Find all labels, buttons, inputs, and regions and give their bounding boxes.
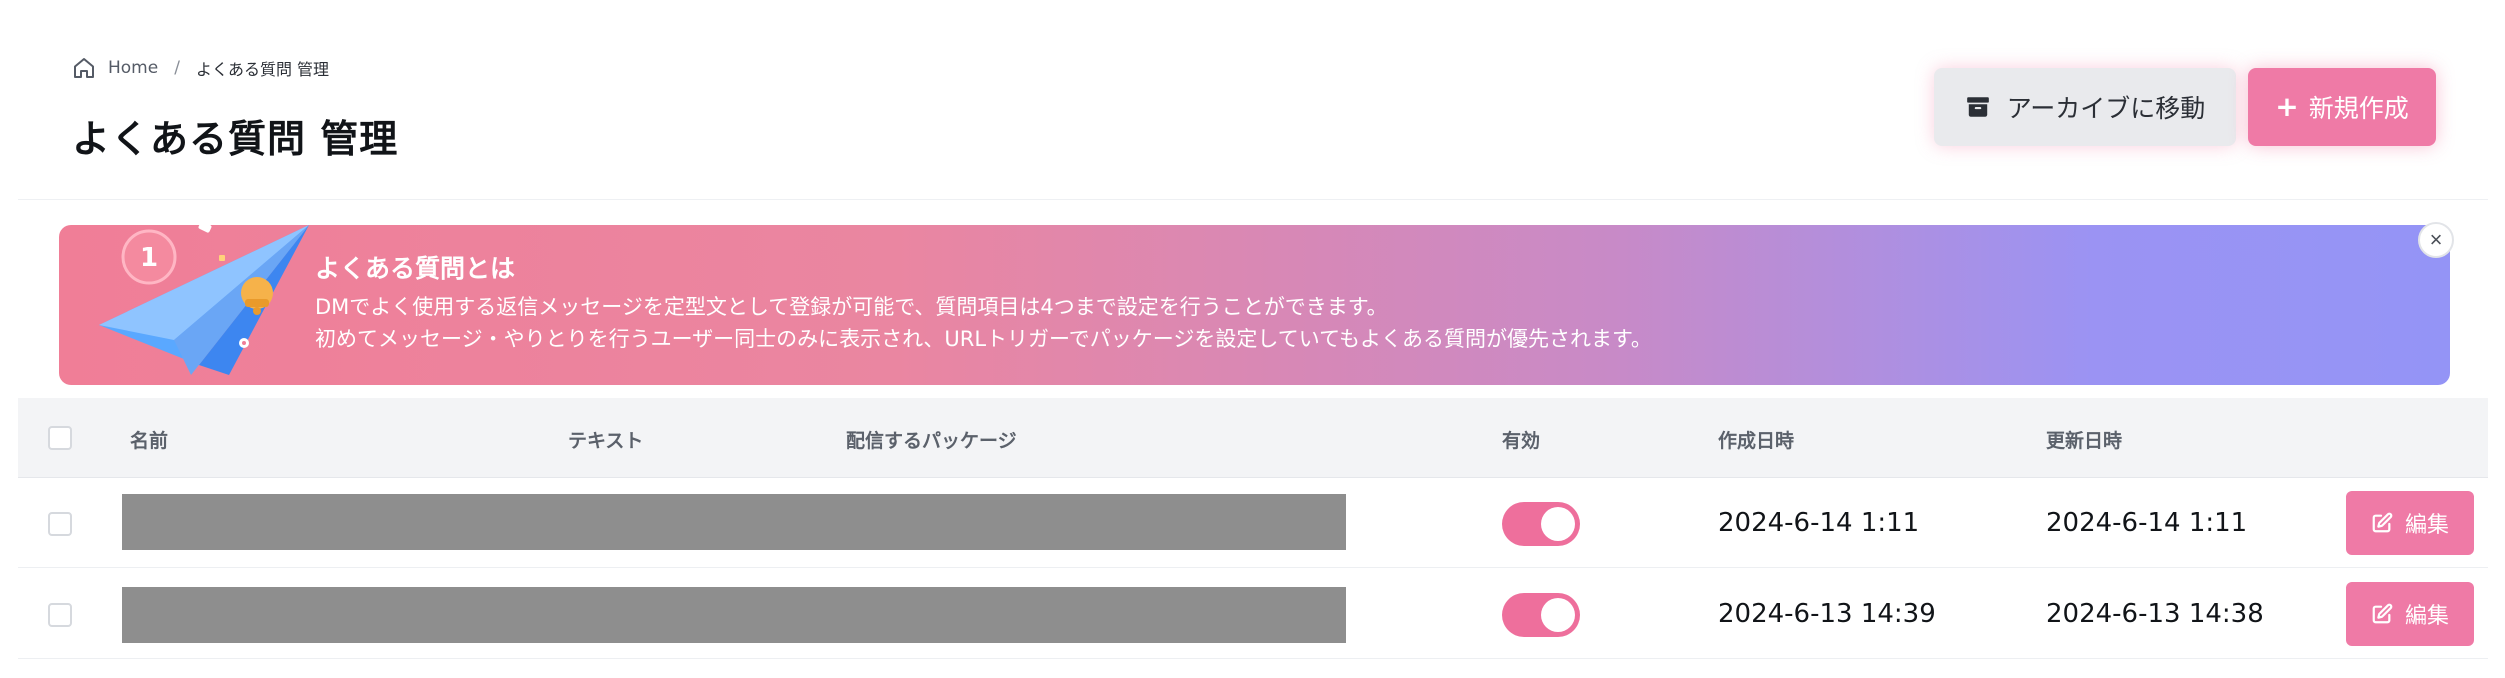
edit-icon bbox=[2371, 603, 2393, 625]
column-header-updated[interactable]: 更新日時 bbox=[2046, 426, 2122, 453]
select-all-checkbox[interactable] bbox=[48, 426, 72, 450]
redacted-content bbox=[122, 587, 1346, 643]
edit-icon bbox=[2371, 512, 2393, 534]
column-header-created[interactable]: 作成日時 bbox=[1718, 426, 1794, 453]
archive-box-icon bbox=[1965, 94, 1991, 120]
banner-badge-number: 1 bbox=[140, 243, 158, 273]
breadcrumb-separator: / bbox=[174, 58, 180, 78]
edit-button[interactable]: 編集 bbox=[2346, 491, 2474, 555]
column-header-text[interactable]: テキスト bbox=[568, 426, 643, 453]
paper-plane-illustration: 1 bbox=[99, 221, 309, 375]
enabled-toggle[interactable] bbox=[1502, 502, 1580, 546]
enabled-toggle[interactable] bbox=[1502, 593, 1580, 637]
info-banner: 1 よくある質問とは DMでよく使用する返信メッセージを定型文として登録が可能で… bbox=[59, 221, 2450, 385]
column-header-name[interactable]: 名前 bbox=[130, 426, 168, 453]
table-header: 名前 テキスト 配信するパッケージ 有効 作成日時 更新日時 bbox=[18, 398, 2488, 478]
table-row[interactable]: 2024-6-13 14:39 2024-6-13 14:38 編集 bbox=[18, 569, 2488, 659]
edit-button[interactable]: 編集 bbox=[2346, 582, 2474, 646]
archive-button-label: アーカイブに移動 bbox=[2006, 94, 2206, 123]
column-header-package[interactable]: 配信するパッケージ bbox=[846, 426, 1017, 453]
column-header-enabled[interactable]: 有効 bbox=[1502, 426, 1540, 453]
row-select-checkbox[interactable] bbox=[48, 512, 72, 536]
page-title: よくある質問 管理 bbox=[72, 117, 399, 161]
new-create-button[interactable]: + 新規作成 bbox=[2248, 68, 2436, 146]
created-date: 2024-6-13 14:39 bbox=[1718, 599, 1936, 629]
breadcrumb-current: よくある質問 管理 bbox=[195, 60, 330, 79]
updated-date: 2024-6-13 14:38 bbox=[2046, 599, 2264, 629]
banner-description-line-1: DMでよく使用する返信メッセージを定型文として登録が可能で、質問項目は4つまで設… bbox=[315, 295, 1388, 319]
archive-button[interactable]: アーカイブに移動 bbox=[1934, 68, 2236, 146]
created-date: 2024-6-14 1:11 bbox=[1718, 508, 1920, 538]
table-row[interactable]: 2024-6-14 1:11 2024-6-14 1:11 編集 bbox=[18, 478, 2488, 568]
breadcrumb: Home / よくある質問 管理 bbox=[72, 56, 329, 80]
banner-title: よくある質問とは bbox=[315, 254, 516, 283]
edit-button-label: 編集 bbox=[2404, 513, 2449, 538]
close-icon: × bbox=[2429, 227, 2443, 252]
banner-description-line-2: 初めてメッセージ・やりとりを行うユーザー同士のみに表示され、URLトリガーでパッ… bbox=[315, 327, 1652, 351]
breadcrumb-home-link[interactable]: Home bbox=[108, 58, 158, 78]
banner-close-button[interactable]: × bbox=[2418, 222, 2454, 258]
home-icon[interactable] bbox=[72, 56, 96, 80]
redacted-content bbox=[122, 494, 1346, 550]
toggle-knob bbox=[1541, 507, 1575, 541]
toggle-knob bbox=[1541, 598, 1575, 632]
edit-button-label: 編集 bbox=[2404, 604, 2449, 629]
updated-date: 2024-6-14 1:11 bbox=[2046, 508, 2248, 538]
row-select-checkbox[interactable] bbox=[48, 603, 72, 627]
new-create-button-label: 新規作成 bbox=[2308, 94, 2409, 123]
plus-icon: + bbox=[2275, 90, 2299, 123]
header-divider bbox=[18, 199, 2488, 200]
